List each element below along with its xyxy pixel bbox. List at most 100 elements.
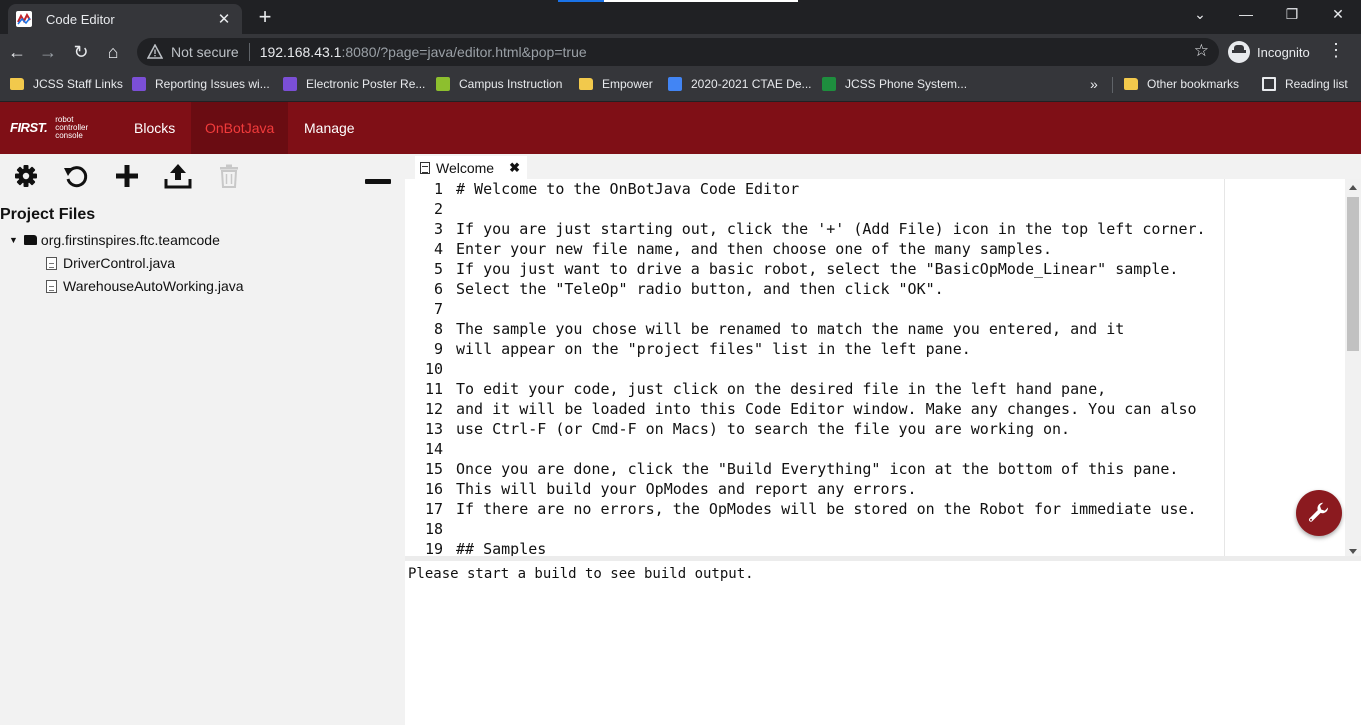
wrench-icon [1309,502,1329,522]
line-number: 7 [433,300,443,318]
bookmark-label: JCSS Phone System... [845,77,968,91]
line-number: 17 [424,500,443,518]
java-file-icon [46,279,57,293]
code-line[interactable]: Enter your new file name, and then choos… [456,239,1206,259]
undo-icon[interactable] [62,162,90,190]
new-tab-button[interactable]: + [255,5,275,29]
back-button[interactable]: ← [5,40,29,64]
nav-onbotjava[interactable]: OnBotJava [191,102,289,154]
other-bookmarks-label: Other bookmarks [1147,77,1240,91]
tab-search-icon[interactable]: ⌄ [1185,6,1215,23]
restore-button[interactable]: ❐ [1277,6,1307,23]
code-line[interactable]: and it will be loaded into this Code Edi… [456,399,1206,419]
line-number: 1 [433,180,443,198]
close-tab-icon[interactable]: ✖ [509,160,520,176]
code-editor[interactable]: 1 2 3 4 5 6 7 8 9 10 11 12 13 14 15 16 1… [405,179,1345,556]
code-line[interactable]: This will build your OpModes and report … [456,479,1206,499]
url-host: 192.168.43.1 [259,44,342,60]
line-number: 18 [424,520,443,538]
code-line[interactable]: # Welcome to the OnBotJava Code Editor [456,179,1206,199]
close-window-button[interactable]: ✕ [1323,6,1353,23]
file-label: WarehouseAutoWorking.java [63,278,244,294]
browser-tabstrip: Code Editor ✕ + ⌄ — ❐ ✕ [0,0,1361,34]
minimize-button[interactable]: — [1231,6,1261,22]
browser-menu-icon[interactable]: ⋮ [1326,40,1346,61]
docs-icon [668,77,682,91]
code-line[interactable]: ## Samples [456,539,1206,556]
editor-scrollbar[interactable] [1345,179,1361,556]
code-line[interactable]: The sample you chose will be renamed to … [456,319,1206,339]
scroll-up-arrow-icon[interactable] [1349,185,1357,190]
code-line[interactable] [456,439,1206,459]
incognito-icon [1228,41,1250,63]
line-number: 13 [424,420,443,438]
bookmark-item[interactable]: JCSS Staff Links [10,70,123,98]
code-line[interactable] [456,359,1206,379]
code-line[interactable] [456,199,1206,219]
reading-list[interactable]: Reading list [1262,70,1348,98]
code-line[interactable] [456,299,1206,319]
caret-down-icon[interactable]: ▼ [9,235,18,245]
more-bookmarks-icon[interactable]: » [1090,76,1098,92]
security-label[interactable]: Not secure [171,44,239,60]
tree-file[interactable]: DriverControl.java [46,255,175,271]
reload-button[interactable]: ↻ [69,40,93,64]
tree-folder-teamcode[interactable]: ▼ org.firstinspires.ftc.teamcode [9,232,220,248]
tree-file[interactable]: WarehouseAutoWorking.java [46,278,244,294]
home-button[interactable]: ⌂ [101,40,125,64]
forward-button[interactable]: → [36,40,60,64]
line-number-gutter: 1 2 3 4 5 6 7 8 9 10 11 12 13 14 15 16 1… [405,179,447,556]
code-line[interactable] [456,519,1206,539]
favicon-icon [16,11,32,27]
bookmark-item[interactable]: 2020-2021 CTAE De... [668,70,812,98]
reading-list-icon [1262,77,1276,91]
brand-first: FIRST. [10,120,48,135]
address-bar[interactable]: Not secure 192.168.43.1 :8080/?page=java… [137,38,1219,66]
code-line[interactable]: will appear on the "project files" list … [456,339,1206,359]
nav-manage[interactable]: Manage [290,102,369,154]
bookmark-label: Electronic Poster Re... [306,77,426,91]
browser-tab-code-editor[interactable]: Code Editor ✕ [8,4,242,34]
bookmark-item[interactable]: Electronic Poster Re... [283,70,425,98]
bookmark-item[interactable]: Reporting Issues wi... [132,70,270,98]
bookmark-label: Campus Instruction [459,77,563,91]
code-line[interactable]: Select the "TeleOp" radio button, and th… [456,279,1206,299]
address-divider [248,43,250,61]
bookmark-item[interactable]: JCSS Phone System... [822,70,967,98]
delete-trash-icon[interactable] [215,162,243,190]
project-pane: Project Files ▼ org.firstinspires.ftc.te… [0,154,405,725]
code-line[interactable]: If you just want to drive a basic robot,… [456,259,1206,279]
campus-icon [436,77,450,91]
bookmark-star-icon[interactable]: ☆ [1194,41,1209,61]
build-everything-button[interactable] [1296,490,1342,536]
code-line[interactable]: If you are just starting out, click the … [456,219,1206,239]
code-line[interactable]: use Ctrl-F (or Cmd-F on Macs) to search … [456,419,1206,439]
bookmark-item[interactable]: Empower [579,70,653,98]
scroll-down-arrow-icon[interactable] [1349,549,1357,554]
add-file-icon[interactable] [113,162,141,190]
other-bookmarks[interactable]: Other bookmarks [1124,70,1239,98]
tab-welcome[interactable]: Welcome ✖ [415,156,527,179]
nav-blocks[interactable]: Blocks [120,102,189,154]
code-line[interactable]: To edit your code, just click on the des… [456,379,1206,399]
bookmarks-divider [1112,77,1113,93]
brand-line: console [55,131,83,140]
scrollbar-thumb[interactable] [1347,197,1359,351]
folder-icon [10,78,24,90]
settings-gear-icon[interactable] [12,162,40,190]
folder-icon [1124,78,1138,90]
incognito-profile[interactable]: Incognito [1228,40,1310,64]
code-line[interactable]: Once you are done, click the "Build Ever… [456,459,1206,479]
upload-icon[interactable] [164,162,192,190]
code-content[interactable]: # Welcome to the OnBotJava Code Editor I… [456,179,1206,556]
folder-icon [23,235,37,245]
collapse-pane-icon[interactable] [364,162,392,190]
tab-label: Welcome [436,159,495,176]
editor-tabbar: Welcome ✖ [405,154,1361,179]
close-tab-icon[interactable]: ✕ [216,10,232,28]
bookmark-item[interactable]: Campus Instruction [436,70,562,98]
code-line[interactable]: If there are no errors, the OpModes will… [456,499,1206,519]
line-number: 11 [424,380,443,398]
line-number: 8 [433,320,443,338]
line-number: 4 [433,240,443,258]
